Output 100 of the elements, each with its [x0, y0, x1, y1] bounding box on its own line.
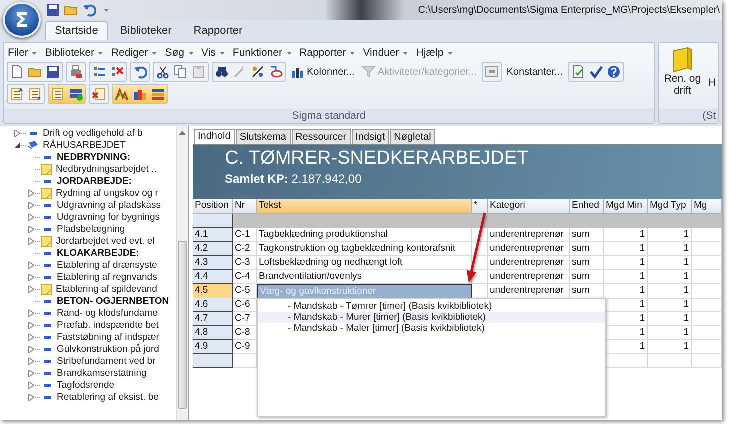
ribbon-tab[interactable]: Rapporter: [184, 21, 253, 40]
row-header[interactable]: 4.8: [193, 326, 233, 340]
column-header[interactable]: *: [472, 199, 488, 214]
scrollbar[interactable]: [176, 126, 188, 420]
tree-item[interactable]: Jordarbejdet ved evt. el: [56, 236, 155, 246]
table-cell: [692, 228, 722, 242]
menu-item[interactable]: Rediger: [111, 46, 158, 60]
tree-item[interactable]: Præfab. indspændte bet: [57, 320, 159, 330]
table-cell: [692, 242, 722, 256]
column-header[interactable]: Tekst: [257, 199, 472, 214]
tree-item[interactable]: Tagfodsrende: [57, 380, 115, 390]
scroll-up-icon[interactable]: [179, 130, 186, 135]
menu-item[interactable]: Vis: [202, 46, 225, 60]
table-cell: C-4: [233, 270, 257, 284]
table-cell: [472, 228, 488, 242]
list-item[interactable]: - Mandskab - Murer [timer] (Basis kvikbibliotek): [258, 312, 605, 323]
caret-icon: [152, 52, 158, 54]
column-header[interactable]: Position: [193, 199, 233, 214]
tree-item[interactable]: Etablering af drænsyste: [57, 260, 158, 270]
tree-item[interactable]: RÅHUSARBEJDET: [43, 140, 126, 150]
tree-item[interactable]: Brandkamserstatning: [57, 368, 147, 378]
scrollbar-thumb[interactable]: [178, 241, 187, 409]
column-header[interactable]: Mg: [692, 199, 722, 214]
row-header[interactable]: 4.7: [193, 312, 233, 326]
column-header[interactable]: Mgd Typ: [648, 199, 692, 214]
tree-item[interactable]: Gulvkonstruktion på jord: [57, 344, 160, 354]
ribbon-tab[interactable]: Biblioteker: [110, 21, 182, 40]
ribbon-button-label[interactable]: H: [708, 47, 716, 97]
caret-icon: [104, 8, 109, 12]
list-item[interactable]: - Mandskab - Tømrer [timer] (Basis kvikbibliotek): [258, 301, 605, 312]
column-header[interactable]: Kategori: [488, 199, 570, 214]
save-button[interactable]: [46, 3, 60, 17]
document-tab[interactable]: Ressourcer: [292, 129, 351, 144]
table-cell: 1: [648, 256, 692, 270]
menu-item[interactable]: Funktioner: [232, 46, 292, 60]
bar-chart-button[interactable]: [131, 85, 149, 103]
row-header[interactable]: 4.6: [193, 298, 233, 312]
tree-item[interactable]: BETON- OGJERNBETON: [57, 296, 170, 306]
row-header[interactable]: 4.9: [193, 340, 233, 354]
column-header[interactable]: Enhed: [570, 199, 604, 214]
row-header[interactable]: 4.5: [193, 284, 233, 299]
cols-icon: [291, 65, 305, 79]
table-cell: [692, 354, 722, 368]
toolbar-button[interactable]: Konstanter...: [504, 63, 565, 81]
table-cell: C-2: [233, 242, 257, 256]
menu-item[interactable]: Biblioteker: [45, 46, 104, 60]
line-chart-button[interactable]: [113, 85, 131, 103]
document-tab[interactable]: Indsigt: [352, 129, 390, 144]
tree-item[interactable]: Nedbrydningsarbejdet ..: [56, 164, 157, 174]
total-price: Samlet KP: 2.187.942,00: [225, 172, 362, 186]
table-cell[interactable]: Loftsbeklædning og nedhængt loft: [257, 256, 472, 270]
tree-item[interactable]: Pladsbelægning: [57, 224, 126, 234]
table-cell: 1: [648, 326, 692, 340]
document-tab[interactable]: Indhold: [194, 129, 235, 144]
expander-icon[interactable]: [14, 142, 21, 148]
undo-button[interactable]: [82, 3, 96, 17]
tree-item[interactable]: Drift og vedligehold af b: [43, 128, 143, 138]
table-cell: 1: [648, 298, 692, 312]
menu-item[interactable]: Vinduer: [363, 46, 408, 60]
tree-item[interactable]: Udgravning for bygnings: [57, 212, 160, 222]
tree-item[interactable]: NEDBRYDNING:: [57, 152, 131, 162]
tree-item[interactable]: Retablering af eksist. be: [57, 392, 159, 402]
tree-item[interactable]: JORDARBEJDE:: [57, 176, 132, 186]
menu-item[interactable]: Filer: [8, 46, 38, 60]
ribbon-tab[interactable]: Startside: [45, 21, 108, 40]
cut-icon: [156, 65, 170, 79]
list-item[interactable]: - Mandskab - Maler [timer] (Basis kvikbibliotek): [258, 323, 605, 334]
toolbar-button[interactable]: Kolonner...: [289, 63, 357, 81]
table-cell[interactable]: Tagkonstruktion og tagbeklædning kontorafsnit: [257, 242, 472, 256]
tree-item[interactable]: Faststøbning af indspær: [57, 332, 160, 342]
table-add-button[interactable]: [67, 85, 85, 103]
table-cell: sum: [570, 228, 604, 242]
row-header[interactable]: 4.4: [193, 270, 233, 284]
row-header[interactable]: 4.1: [193, 228, 233, 242]
tree-item[interactable]: Udgravning af pladskass: [57, 200, 162, 210]
column-header[interactable]: Nr: [233, 199, 257, 214]
caret-icon: [403, 52, 408, 54]
row-header[interactable]: 4.2: [193, 242, 233, 256]
table-cell: [692, 284, 722, 299]
column-header[interactable]: Mgd Min: [604, 199, 648, 214]
tree-item[interactable]: Etablering af spildevand: [56, 284, 158, 294]
row-header[interactable]: 4.3: [193, 256, 233, 270]
tree-item[interactable]: Rand- og klodsfundame: [57, 308, 158, 318]
list-tree-icon: [92, 65, 106, 79]
document-tab[interactable]: Nøgletal: [390, 129, 436, 144]
document-tab[interactable]: Slutskema: [236, 129, 290, 144]
gantt-icon: [151, 87, 165, 101]
table-cell[interactable]: Tagbeklædning produktionshal: [257, 228, 472, 242]
menu-item[interactable]: Hjælp: [416, 46, 453, 60]
menu-item[interactable]: Rapporter: [300, 46, 356, 60]
gantt-button[interactable]: [149, 85, 167, 103]
menu-item[interactable]: Søg: [165, 46, 194, 60]
tree-item[interactable]: Stribefundament ved br: [57, 356, 156, 366]
ren-og-drift-button[interactable]: Ren. og drift: [661, 47, 704, 97]
save-button[interactable]: [44, 63, 62, 81]
tree-item[interactable]: KLOAKARBEJDE:: [57, 248, 140, 258]
list-button[interactable]: [49, 85, 67, 103]
tree-item[interactable]: Etablering af regnvands: [57, 272, 158, 282]
section-title: C. TØMRER-SNEDKERARBEJDET: [225, 148, 529, 170]
tree-item[interactable]: Rydning af ungskov og r: [56, 188, 158, 198]
